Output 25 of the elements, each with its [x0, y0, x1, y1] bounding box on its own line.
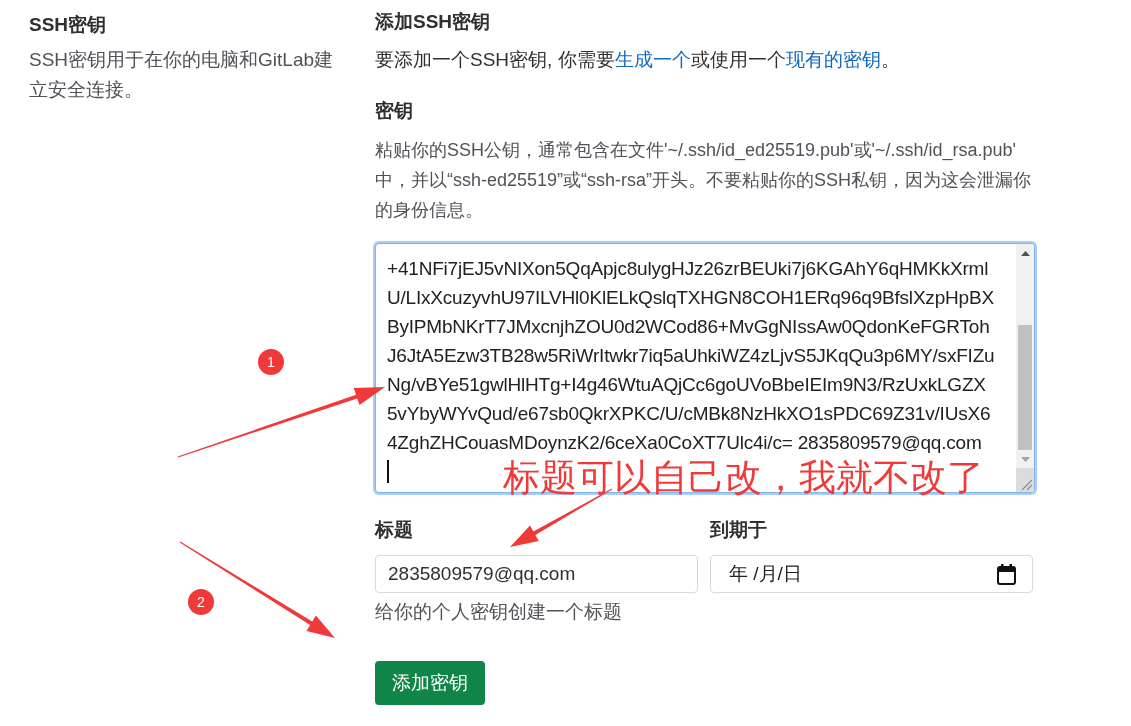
calendar-icon[interactable] [997, 564, 1016, 585]
title-help-text: 给你的个人密钥创建一个标题 [375, 600, 622, 624]
step-marker: 1 [258, 349, 284, 375]
scrollbar-thumb[interactable] [1018, 325, 1032, 450]
expiry-label: 到期于 [710, 518, 767, 542]
scroll-up-icon[interactable] [1020, 250, 1030, 256]
title-label: 标题 [375, 518, 413, 542]
section-title: SSH密钥 [29, 13, 107, 37]
key-help-text: 粘贴你的SSH公钥，通常包含在文件'~/.ssh/id_ed25519.pub'或'~/.ssh/id_rsa.pub' 中，并以“ssh-ed25519”或“ssh-rsa”开头。不要粘贴你的SSH私钥，因为这会泄漏你的身份信息。 [375, 139, 1033, 222]
intro-text: 要添加一个SSH密钥, 你需要生成一个或使用一个现有的密钥。 [375, 48, 900, 72]
scrollbar[interactable] [1016, 244, 1034, 492]
text-cursor [387, 460, 389, 483]
add-key-button[interactable]: 添加密钥 [375, 661, 485, 705]
title-input[interactable]: 2835809579@qq.com [375, 555, 698, 593]
key-text: +41NFi7jEJ5vNIXon5QqApjc8ulygHJz26zrBEUki7j6KGAhY6qHMKkXrml U/LIxXcuzyvhU97ILVHl0KlELkQslqTXHGN8COH1ERq96q9BfslXzpHpBX ByIPMbNKrT7JMxcnjhZOU0d2WCod86+MvGgNIssAw0QdonKeFGRToh J6JtA5Ezw3TB28w5RiWrItwkr7iq5aUhkiWZ4zLjvS5JKqQu3p6MY/sxFIZu Ng/vBYe51gwlHlHTg+I4g46WtuAQjCc6goUVoBbeIEIm9N3/RzUxkLGZX 5vYbyWYvQud/e67sb0QkrXPKC/U/cMBk8NzHkXO1sPDC69Z31v/IUsX6 4ZghZHCouasMDoynzK2/6ceXa0CoXT7Ulc4i/c= 2835809579@qq.com [387, 257, 995, 455]
scroll-down-icon[interactable] [1020, 456, 1030, 462]
step-marker: 2 [188, 589, 214, 615]
date-input[interactable]: 年 /月/日 [710, 555, 1033, 593]
form-title: 添加SSH密钥 [375, 10, 491, 34]
resize-grip-icon[interactable] [1021, 479, 1032, 490]
link[interactable]: 现有的密钥 [785, 49, 881, 70]
link[interactable]: 生成一个 [614, 49, 691, 70]
section-description: SSH密钥用于在你的电脑和GitLab建立安全连接。 [29, 48, 335, 102]
annotation-note: 标题可以自己改，我就不改了 [503, 459, 984, 496]
key-label: 密钥 [375, 99, 413, 123]
